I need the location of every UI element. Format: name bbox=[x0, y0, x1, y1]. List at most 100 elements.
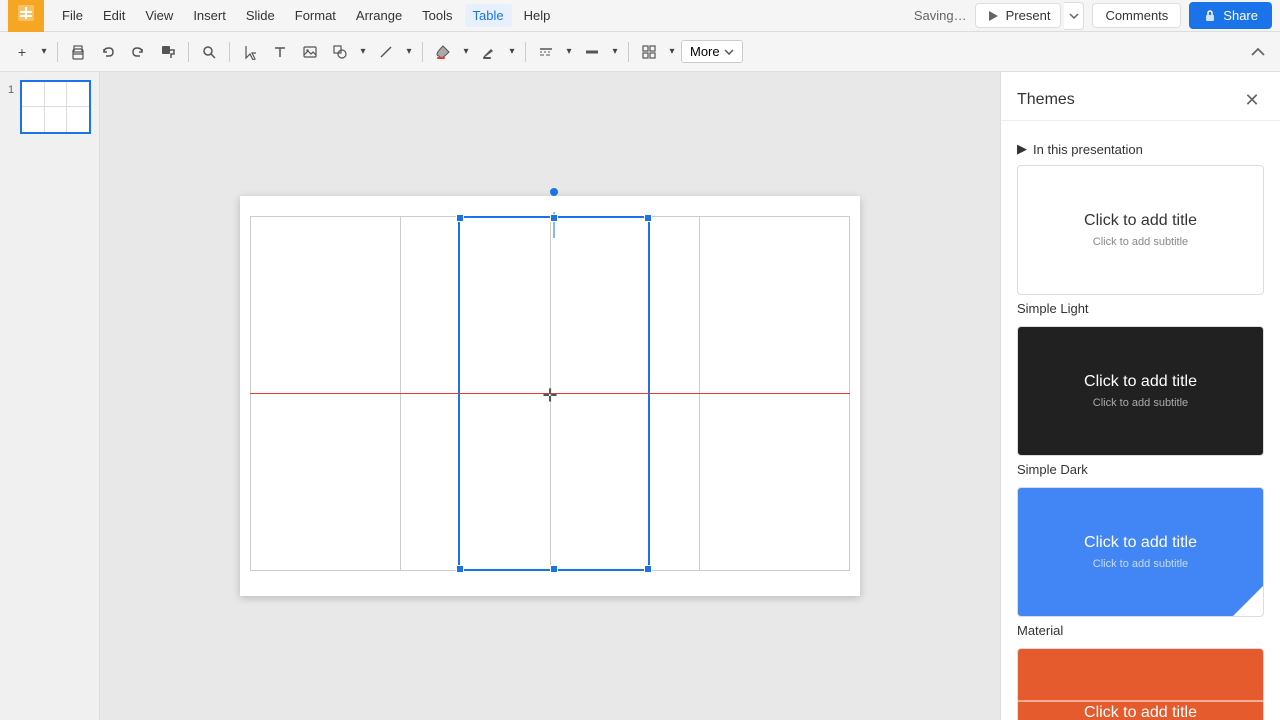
slide-panel: 1 bbox=[0, 72, 100, 720]
line-button[interactable] bbox=[372, 38, 400, 66]
table-cell[interactable] bbox=[251, 217, 401, 394]
themes-panel: Themes ✕ ▶ In this presentation Click to… bbox=[1000, 72, 1280, 720]
paint-format-button[interactable] bbox=[154, 38, 182, 66]
present-button[interactable]: Present bbox=[975, 3, 1062, 28]
table-options-dropdown[interactable]: ▾ bbox=[665, 38, 679, 66]
in-presentation-label: In this presentation bbox=[1033, 142, 1143, 157]
sep1 bbox=[57, 42, 58, 62]
print-button[interactable] bbox=[64, 38, 92, 66]
print-icon bbox=[70, 44, 86, 60]
slide-thumb-col-1 bbox=[22, 82, 45, 132]
theme-preview-material[interactable]: Click to add title Click to add subtitle bbox=[1017, 487, 1264, 617]
image-button[interactable] bbox=[296, 38, 324, 66]
undo-icon bbox=[100, 44, 116, 60]
in-presentation[interactable]: ▶ In this presentation bbox=[1017, 133, 1264, 165]
material-corner-decoration bbox=[1233, 586, 1263, 616]
menu-file[interactable]: File bbox=[54, 4, 91, 27]
table-cell[interactable] bbox=[400, 217, 550, 394]
theme-card-simple-dark: Click to add title Click to add subtitle… bbox=[1017, 326, 1264, 477]
present-dropdown[interactable] bbox=[1064, 2, 1084, 30]
border-style-dropdown[interactable]: ▾ bbox=[562, 38, 576, 66]
menu-bar: File Edit View Insert Slide Format Arran… bbox=[54, 4, 558, 27]
fill-color-button[interactable] bbox=[429, 38, 457, 66]
theme-preview-simple-light[interactable]: Click to add title Click to add subtitle bbox=[1017, 165, 1264, 295]
slide-table[interactable] bbox=[250, 216, 850, 571]
border-color-icon bbox=[481, 44, 497, 60]
menu-help[interactable]: Help bbox=[516, 4, 559, 27]
table-cell[interactable] bbox=[550, 217, 700, 394]
more-button[interactable]: More bbox=[681, 40, 743, 63]
theme-name-simple-light: Simple Light bbox=[1017, 301, 1264, 316]
in-presentation-arrow: ▶ bbox=[1017, 141, 1027, 157]
sep2 bbox=[188, 42, 189, 62]
themes-header: Themes ✕ bbox=[1001, 72, 1280, 121]
comments-button[interactable]: Comments bbox=[1092, 3, 1181, 28]
sep4 bbox=[422, 42, 423, 62]
menu-view[interactable]: View bbox=[137, 4, 181, 27]
text-icon bbox=[272, 44, 288, 60]
menu-insert[interactable]: Insert bbox=[185, 4, 234, 27]
sep5 bbox=[525, 42, 526, 62]
close-themes-button[interactable]: ✕ bbox=[1240, 88, 1264, 112]
shapes-button[interactable] bbox=[326, 38, 354, 66]
redo-icon bbox=[130, 44, 146, 60]
menu-tools[interactable]: Tools bbox=[414, 4, 460, 27]
border-weight-dropdown[interactable]: ▾ bbox=[608, 38, 622, 66]
theme-card-simple-light: Click to add title Click to add subtitle… bbox=[1017, 165, 1264, 316]
theme-subtitle-simple-dark: Click to add subtitle bbox=[1093, 397, 1188, 409]
border-color-button[interactable] bbox=[475, 38, 503, 66]
share-button[interactable]: Share bbox=[1189, 2, 1272, 29]
collapse-toolbar-button[interactable] bbox=[1244, 38, 1272, 66]
cursor-button[interactable] bbox=[236, 38, 264, 66]
table-cell[interactable] bbox=[400, 394, 550, 571]
present-icon bbox=[986, 9, 1000, 23]
paint-format-icon bbox=[160, 44, 176, 60]
text-button[interactable] bbox=[266, 38, 294, 66]
toolbar: + ▾ ▾ ▾ ▾ ▾ ▾ bbox=[0, 32, 1280, 72]
table-options-icon bbox=[641, 44, 657, 60]
theme-subtitle-simple-light: Click to add subtitle bbox=[1093, 236, 1188, 248]
menu-table[interactable]: Table bbox=[465, 4, 512, 27]
canvas-area[interactable]: ✛ bbox=[100, 72, 1000, 720]
border-dropdown[interactable]: ▾ bbox=[505, 38, 519, 66]
table-cell[interactable] bbox=[700, 394, 850, 571]
add-dropdown[interactable]: ▾ bbox=[37, 38, 51, 66]
slide-thumbnail[interactable] bbox=[20, 80, 91, 134]
slide-canvas[interactable]: ✛ bbox=[240, 196, 860, 596]
sep6 bbox=[628, 42, 629, 62]
theme-title-simple-light: Click to add title bbox=[1084, 212, 1197, 230]
fill-dropdown[interactable]: ▾ bbox=[459, 38, 473, 66]
table-cell[interactable] bbox=[700, 217, 850, 394]
zoom-button[interactable] bbox=[195, 38, 223, 66]
logo-icon bbox=[16, 3, 36, 28]
streamline-line-decoration bbox=[1018, 700, 1263, 702]
chevron-down-icon bbox=[1069, 13, 1079, 19]
shapes-dropdown[interactable]: ▾ bbox=[356, 38, 370, 66]
add-button[interactable]: + bbox=[8, 38, 36, 66]
redo-button[interactable] bbox=[124, 38, 152, 66]
menu-edit[interactable]: Edit bbox=[95, 4, 133, 27]
zoom-icon bbox=[201, 44, 217, 60]
table-row bbox=[251, 394, 850, 571]
menu-slide[interactable]: Slide bbox=[238, 4, 283, 27]
menu-format[interactable]: Format bbox=[287, 4, 344, 27]
theme-title-simple-dark: Click to add title bbox=[1084, 373, 1197, 391]
sep3 bbox=[229, 42, 230, 62]
theme-card-material: Click to add title Click to add subtitle… bbox=[1017, 487, 1264, 638]
title-bar-right: Saving… Present Comments Share bbox=[914, 2, 1272, 30]
theme-name-simple-dark: Simple Dark bbox=[1017, 462, 1264, 477]
theme-card-streamline: Click to add title Streamline bbox=[1017, 648, 1264, 720]
border-weight-button[interactable] bbox=[578, 38, 606, 66]
undo-button[interactable] bbox=[94, 38, 122, 66]
lock-icon bbox=[1203, 9, 1217, 23]
theme-preview-simple-dark[interactable]: Click to add title Click to add subtitle bbox=[1017, 326, 1264, 456]
border-style-button[interactable] bbox=[532, 38, 560, 66]
theme-title-material: Click to add title bbox=[1084, 534, 1197, 552]
table-cell[interactable] bbox=[251, 394, 401, 571]
line-dropdown[interactable]: ▾ bbox=[402, 38, 416, 66]
theme-preview-streamline[interactable]: Click to add title bbox=[1017, 648, 1264, 720]
menu-arrange[interactable]: Arrange bbox=[348, 4, 410, 27]
table-options-button[interactable] bbox=[635, 38, 663, 66]
table-cell[interactable] bbox=[550, 394, 700, 571]
border-weight-icon bbox=[584, 44, 600, 60]
